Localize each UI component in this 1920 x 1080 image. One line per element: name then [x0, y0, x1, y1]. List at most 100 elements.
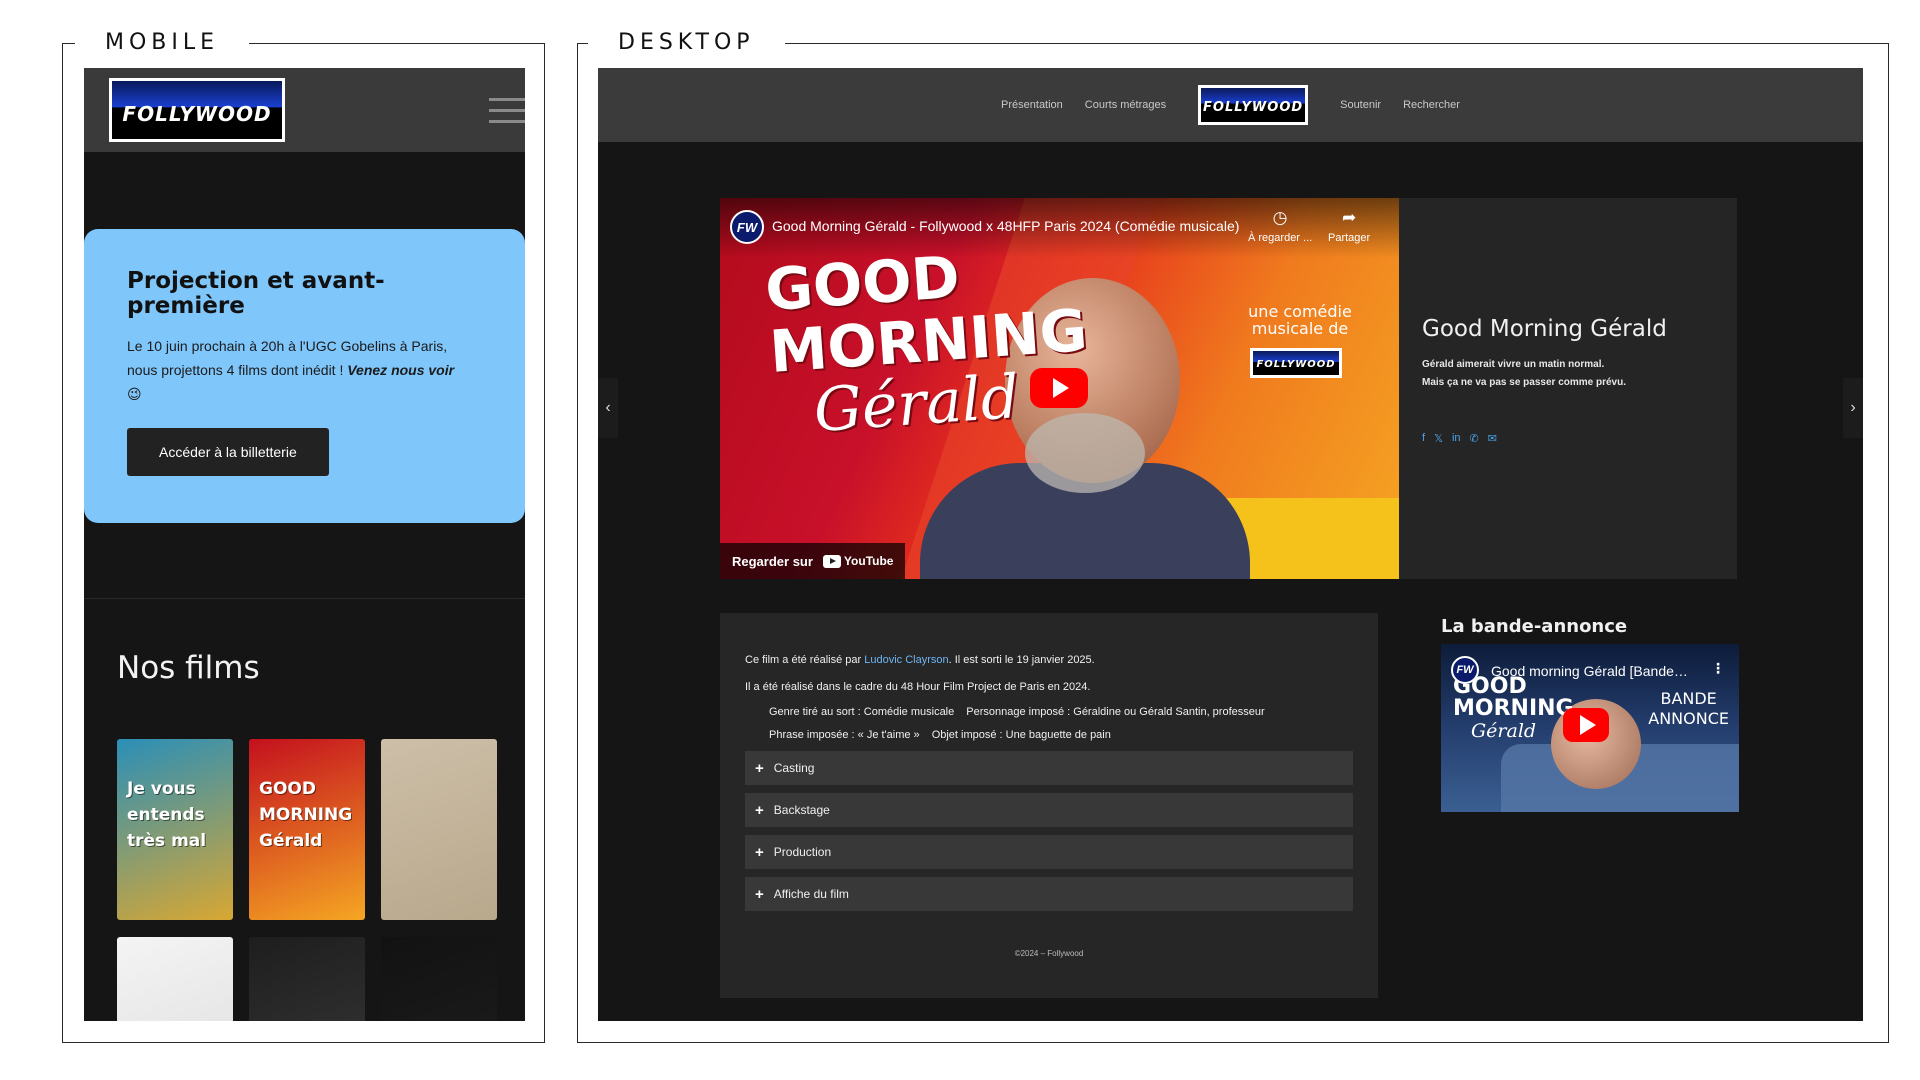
film-poster[interactable]: [249, 937, 365, 1021]
watch-on-label: Regarder sur: [732, 553, 813, 569]
email-icon[interactable]: ✉: [1488, 432, 1497, 445]
trailer-ba-line2: ANNONCE: [1648, 709, 1729, 728]
film-poster[interactable]: [381, 739, 497, 920]
premiere-card: Projection et avant-première Le 10 juin …: [84, 229, 525, 523]
youtube-wordmark: YouTube: [843, 554, 894, 568]
desktop-frame-label: DESKTOP: [588, 30, 785, 55]
channel-avatar[interactable]: FW: [730, 210, 764, 244]
copyright: ©2024 – Follywood: [1014, 949, 1084, 958]
share-arrow-icon: ➦: [1341, 208, 1357, 227]
trailer-ba-line1: BANDE: [1660, 689, 1717, 708]
youtube-logo-icon: YouTube: [822, 554, 894, 568]
facebook-icon[interactable]: f: [1422, 432, 1425, 445]
video-title-line3: Gérald: [811, 361, 1022, 447]
plus-icon: +: [755, 801, 764, 819]
mobile-frame: MOBILE FOLLYWOOD Projection et avant-pre…: [62, 30, 545, 1043]
slider-next-arrow-icon[interactable]: ›: [1843, 378, 1863, 438]
accordion-item-poster[interactable]: + Affiche du film: [745, 877, 1353, 911]
video-title-art: GOOD MORNING Gérald: [763, 237, 1094, 460]
poster-title-line2: MORNING: [259, 805, 353, 825]
poster-title-line2: entends: [127, 805, 205, 825]
premiere-title: Projection et avant-première: [127, 268, 385, 319]
desktop-logo[interactable]: FOLLYWOOD: [1198, 85, 1309, 125]
video-mini-logo: FOLLYWOOD: [1250, 348, 1342, 378]
watch-on-youtube-button[interactable]: Regarder sur YouTube: [720, 543, 906, 579]
linkedin-icon[interactable]: in: [1452, 432, 1461, 445]
constraint-phrase: Phrase imposée : « Je t'aime »: [769, 729, 920, 741]
desktop-header: Présentation Courts métrages FOLLYWOOD S…: [598, 68, 1863, 142]
plus-icon: +: [755, 885, 764, 903]
nav-item-support[interactable]: Soutenir: [1340, 99, 1381, 111]
poster-title-line1: Je vous: [127, 779, 196, 799]
synopsis-line2: Mais ça ne va pas se passer comme prévu.: [1422, 377, 1626, 388]
desktop-frame: DESKTOP Présentation Courts métrages FOL…: [577, 30, 1889, 1043]
film-constraints: Genre tiré au sort : Comédie musicale Per…: [745, 701, 1353, 747]
hero-slide: GOOD MORNING Gérald une comédie musicale…: [720, 198, 1737, 579]
mobile-logo[interactable]: FOLLYWOOD: [109, 78, 285, 142]
more-options-icon[interactable]: ⋮: [1711, 660, 1725, 677]
video-caption[interactable]: Good Morning Gérald - Follywood x 48HFP …: [772, 218, 1252, 234]
trailer-video-embed[interactable]: GOOD MORNING Gérald BANDE ANNONCE FW Goo…: [1441, 644, 1739, 812]
trailer-channel-avatar[interactable]: FW: [1451, 656, 1479, 684]
x-twitter-icon[interactable]: 𝕏: [1434, 432, 1443, 445]
video-tagline: une comédie musicale de: [1248, 302, 1352, 338]
desktop-logo-text: FOLLYWOOD: [1203, 100, 1304, 115]
accordion: + Casting + Backstage + Production + Affiche…: [745, 751, 1353, 911]
trailer-ba-label: BANDE ANNONCE: [1648, 689, 1729, 729]
mobile-frame-label: MOBILE: [75, 30, 250, 55]
film-poster[interactable]: [117, 937, 233, 1021]
clock-icon: ◷: [1272, 208, 1288, 227]
poster-title-line3: très mal: [127, 831, 207, 851]
credit-prefix: Ce film a été réalisé par: [745, 654, 865, 666]
accordion-item-casting[interactable]: + Casting: [745, 751, 1353, 785]
accordion-label: Backstage: [773, 803, 830, 817]
film-poster[interactable]: GOOD MORNING Gérald: [249, 739, 365, 920]
accordion-label: Affiche du film: [773, 887, 849, 901]
credit-suffix: . Il est sorti le 19 janvier 2025.: [948, 654, 1095, 666]
poster-title-line3: Gérald: [259, 831, 323, 851]
director-link[interactable]: Ludovic Clayrson: [864, 654, 948, 666]
film-title: Good Morning Gérald: [1422, 316, 1667, 342]
film-info-panel: Ce film a été réalisé par Ludovic Clayrs…: [720, 613, 1378, 998]
synopsis-line1: Gérald aimerait vivre un matin normal.: [1422, 359, 1605, 370]
poster-title-line1: GOOD: [259, 779, 316, 799]
premiere-text: Le 10 juin prochain à 20h à l'UGC Gobeli…: [127, 334, 472, 406]
trailer-title-art: GOOD MORNING Gérald: [1453, 676, 1574, 743]
nav-item-presentation[interactable]: Présentation: [1001, 99, 1063, 111]
youtube-play-icon[interactable]: [1030, 368, 1088, 408]
main-nav: Présentation Courts métrages FOLLYWOOD S…: [1001, 85, 1460, 125]
constraint-object: Objet imposé : Une baguette de pain: [931, 729, 1111, 741]
watch-later-label: À regarder ...: [1248, 232, 1313, 244]
premiere-text-em: Venez nous voir: [347, 362, 455, 378]
mobile-screen: FOLLYWOOD Projection et avant-première L…: [84, 68, 525, 1021]
plus-icon: +: [755, 759, 764, 777]
film-credit: Ce film a été réalisé par Ludovic Clayrs…: [745, 647, 1353, 674]
mobile-logo-text: FOLLYWOOD: [122, 102, 272, 126]
trailer-caption[interactable]: Good morning Gérald [Bande-annonce]: [1491, 663, 1691, 679]
share-icons: f 𝕏 in ✆ ✉: [1422, 432, 1722, 445]
trailer-title-line3: Gérald: [1471, 720, 1537, 742]
trailer-play-icon[interactable]: [1563, 708, 1609, 742]
constraint-character: Personnage imposé : Géraldine ou Gérald …: [966, 706, 1265, 718]
whatsapp-icon[interactable]: ✆: [1470, 432, 1479, 445]
film-context: Il a été réalisé dans le cadre du 48 Hou…: [745, 681, 1091, 693]
nav-item-search[interactable]: Rechercher: [1403, 99, 1460, 111]
film-poster[interactable]: [381, 937, 497, 1021]
ticketing-button[interactable]: Accéder à la billetterie: [127, 428, 329, 476]
watch-later-button[interactable]: ◷ À regarder ...: [1248, 208, 1312, 244]
accordion-label: Production: [773, 845, 832, 859]
plus-icon: +: [755, 843, 764, 861]
slider-prev-arrow-icon[interactable]: ‹: [598, 378, 618, 438]
share-button[interactable]: ➦ Partager: [1328, 208, 1370, 244]
mobile-header: FOLLYWOOD: [84, 68, 525, 152]
films-section-title: Nos films: [117, 650, 260, 686]
hamburger-menu-icon[interactable]: [489, 98, 525, 124]
film-synopsis: Gérald aimerait vivre un matin normal. M…: [1422, 356, 1722, 392]
film-poster[interactable]: Je vous entends très mal: [117, 739, 233, 920]
accordion-item-production[interactable]: + Production: [745, 835, 1353, 869]
desktop-screen: Présentation Courts métrages FOLLYWOOD S…: [598, 68, 1863, 1021]
youtube-video-embed[interactable]: GOOD MORNING Gérald une comédie musicale…: [720, 198, 1399, 579]
video-mini-logo-text: FOLLYWOOD: [1256, 359, 1336, 370]
nav-item-short-films[interactable]: Courts métrages: [1085, 99, 1166, 111]
accordion-item-backstage[interactable]: + Backstage: [745, 793, 1353, 827]
